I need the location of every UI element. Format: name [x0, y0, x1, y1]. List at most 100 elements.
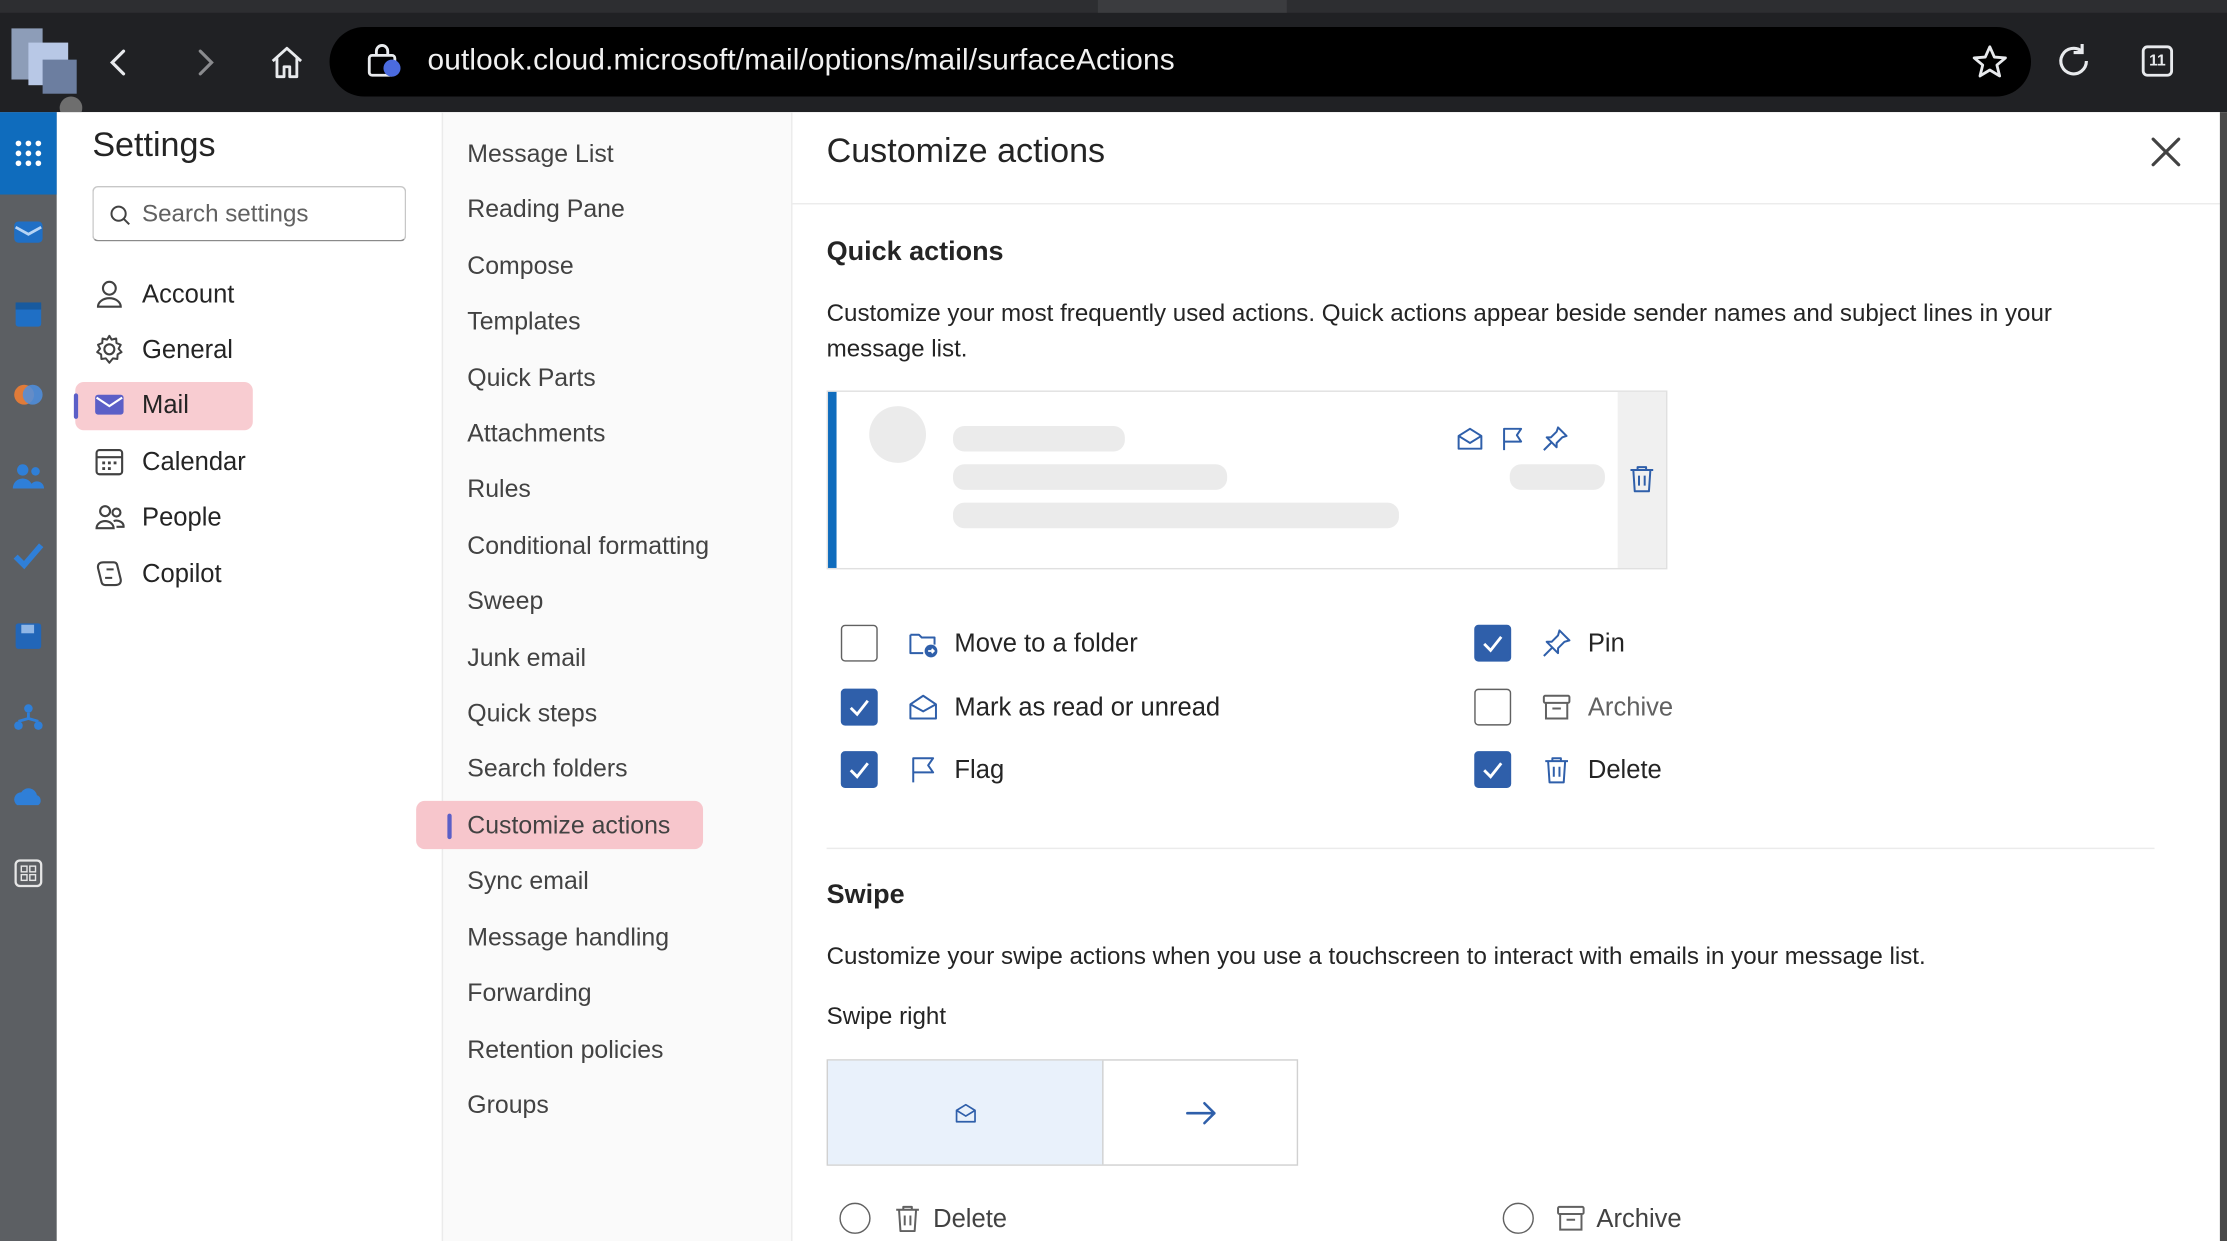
archive-icon	[1540, 690, 1574, 724]
quick-actions-description-line-1: Customize your most frequently used acti…	[826, 299, 2052, 327]
panel-title: Customize actions	[826, 132, 1106, 171]
subnav-quick-steps[interactable]: Quick steps	[467, 691, 597, 734]
quick-actions-title: Quick actions	[826, 237, 1004, 267]
calendar-app-icon[interactable]	[11, 297, 45, 331]
subnav-sync-email[interactable]: Sync email	[467, 859, 589, 902]
category-copilot[interactable]: Copilot	[92, 550, 419, 598]
mail-open-icon	[1454, 423, 1485, 454]
people-icon	[92, 500, 126, 534]
todo-app-icon[interactable]	[11, 538, 45, 572]
forward-button[interactable]	[180, 38, 228, 86]
flag-icon	[1497, 423, 1528, 454]
swipe-title: Swipe	[826, 880, 905, 911]
category-label: Account	[142, 279, 235, 308]
search-settings-box[interactable]	[92, 186, 407, 242]
archive-radio[interactable]	[1502, 1202, 1534, 1234]
close-button[interactable]	[2146, 132, 2186, 172]
delete-radio[interactable]	[839, 1202, 871, 1234]
subnav-sweep[interactable]: Sweep	[467, 579, 543, 622]
move-to-folder-checkbox[interactable]	[840, 624, 878, 662]
customize-actions-panel: Customize actions Quick actions Customiz…	[792, 112, 2220, 1241]
subnav-attachments[interactable]: Attachments	[467, 412, 605, 455]
category-calendar[interactable]: Calendar	[92, 437, 419, 485]
header-divider	[792, 203, 2220, 205]
person-icon	[92, 277, 126, 311]
copilot-app-icon[interactable]	[11, 378, 45, 412]
category-label: Copilot	[142, 558, 222, 588]
subnav-conditional-formatting[interactable]: Conditional formatting	[467, 524, 709, 567]
option-pin[interactable]: Pin	[1474, 622, 1625, 665]
address-bar[interactable]: outlook.cloud.microsoft/mail/options/mai…	[329, 26, 2032, 97]
option-delete[interactable]: Delete	[1474, 748, 1662, 791]
waffle-icon	[15, 140, 42, 167]
people-app-icon[interactable]	[11, 459, 45, 493]
folder-move-icon	[906, 626, 940, 660]
settings-nav: Settings Account General Mail Calendar	[56, 112, 442, 1241]
subnav-rules[interactable]: Rules	[467, 467, 531, 510]
category-mail[interactable]: Mail	[73, 381, 419, 431]
subnav-compose[interactable]: Compose	[467, 244, 573, 287]
reload-icon[interactable]	[2052, 40, 2095, 90]
subnav-search-folders[interactable]: Search folders	[467, 747, 627, 790]
option-archive[interactable]: Archive	[1474, 686, 1673, 729]
swipe-action-area	[828, 1060, 1104, 1165]
category-label: Calendar	[142, 446, 246, 475]
subnav-reading-pane[interactable]: Reading Pane	[467, 187, 625, 230]
category-people[interactable]: People	[92, 493, 419, 541]
site-info-icon[interactable]	[366, 44, 403, 88]
trash-icon	[891, 1201, 925, 1235]
skeleton-line	[953, 502, 1399, 529]
category-general[interactable]: General	[92, 325, 419, 373]
option-label: Pin	[1587, 628, 1625, 657]
mark-read-checkbox[interactable]	[840, 688, 878, 726]
bookmark-star-icon[interactable]	[1970, 43, 2010, 90]
option-label: Archive	[1587, 692, 1674, 721]
flag-checkbox[interactable]	[840, 751, 878, 789]
subnav-forwarding[interactable]: Forwarding	[467, 971, 591, 1014]
app-launcher-button[interactable]	[0, 112, 57, 195]
close-icon	[2151, 137, 2181, 167]
outlook-mail-icon[interactable]	[11, 214, 45, 248]
search-input[interactable]	[142, 197, 398, 232]
profile-avatar[interactable]	[11, 17, 83, 120]
chevron-left-icon	[109, 49, 126, 76]
tab-count-button[interactable]: 11	[2141, 45, 2174, 77]
subnav-retention-policies[interactable]: Retention policies	[467, 1028, 663, 1071]
home-button[interactable]	[263, 38, 311, 86]
url-text[interactable]: outlook.cloud.microsoft/mail/options/mai…	[428, 44, 1175, 78]
archive-checkbox[interactable]	[1474, 688, 1512, 726]
mail-subcategory-nav: Message List Reading Pane Compose Templa…	[416, 112, 793, 1241]
org-app-icon[interactable]	[11, 700, 45, 734]
onedrive-app-icon[interactable]	[11, 781, 45, 815]
skeleton-line	[953, 464, 1228, 490]
subnav-message-handling[interactable]: Message handling	[467, 916, 669, 959]
more-apps-icon[interactable]	[11, 856, 45, 890]
option-flag[interactable]: Flag	[840, 748, 1004, 791]
checkmark-icon	[1483, 635, 1503, 653]
option-mark-read-unread[interactable]: Mark as read or unread	[840, 686, 1220, 729]
save-app-icon[interactable]	[11, 619, 45, 653]
subnav-junk-email[interactable]: Junk email	[467, 636, 586, 679]
subnav-quick-parts[interactable]: Quick Parts	[467, 356, 595, 399]
calendar-icon	[92, 444, 126, 478]
swipe-option-archive[interactable]: Archive	[1502, 1197, 1682, 1240]
app-rail	[0, 112, 57, 1241]
active-tab[interactable]	[1097, 0, 1287, 13]
category-label: People	[142, 501, 222, 531]
subnav-customize-actions[interactable]: Customize actions	[416, 800, 704, 850]
trash-icon	[1540, 753, 1574, 787]
pin-checkbox[interactable]	[1474, 624, 1512, 662]
selection-indicator	[73, 393, 79, 419]
swipe-option-delete[interactable]: Delete	[839, 1197, 1007, 1240]
category-account[interactable]: Account	[92, 270, 419, 318]
back-button[interactable]	[95, 38, 143, 86]
avatar-placeholder	[869, 406, 927, 463]
delete-checkbox[interactable]	[1474, 751, 1512, 789]
subnav-message-list[interactable]: Message List	[467, 132, 613, 175]
subnav-groups[interactable]: Groups	[467, 1083, 549, 1126]
gear-icon	[92, 332, 126, 366]
option-move-to-folder[interactable]: Move to a folder	[840, 622, 1138, 665]
swipe-direction-area	[1105, 1061, 1297, 1165]
subnav-templates[interactable]: Templates	[467, 300, 580, 343]
preview-accent-bar	[828, 391, 837, 568]
